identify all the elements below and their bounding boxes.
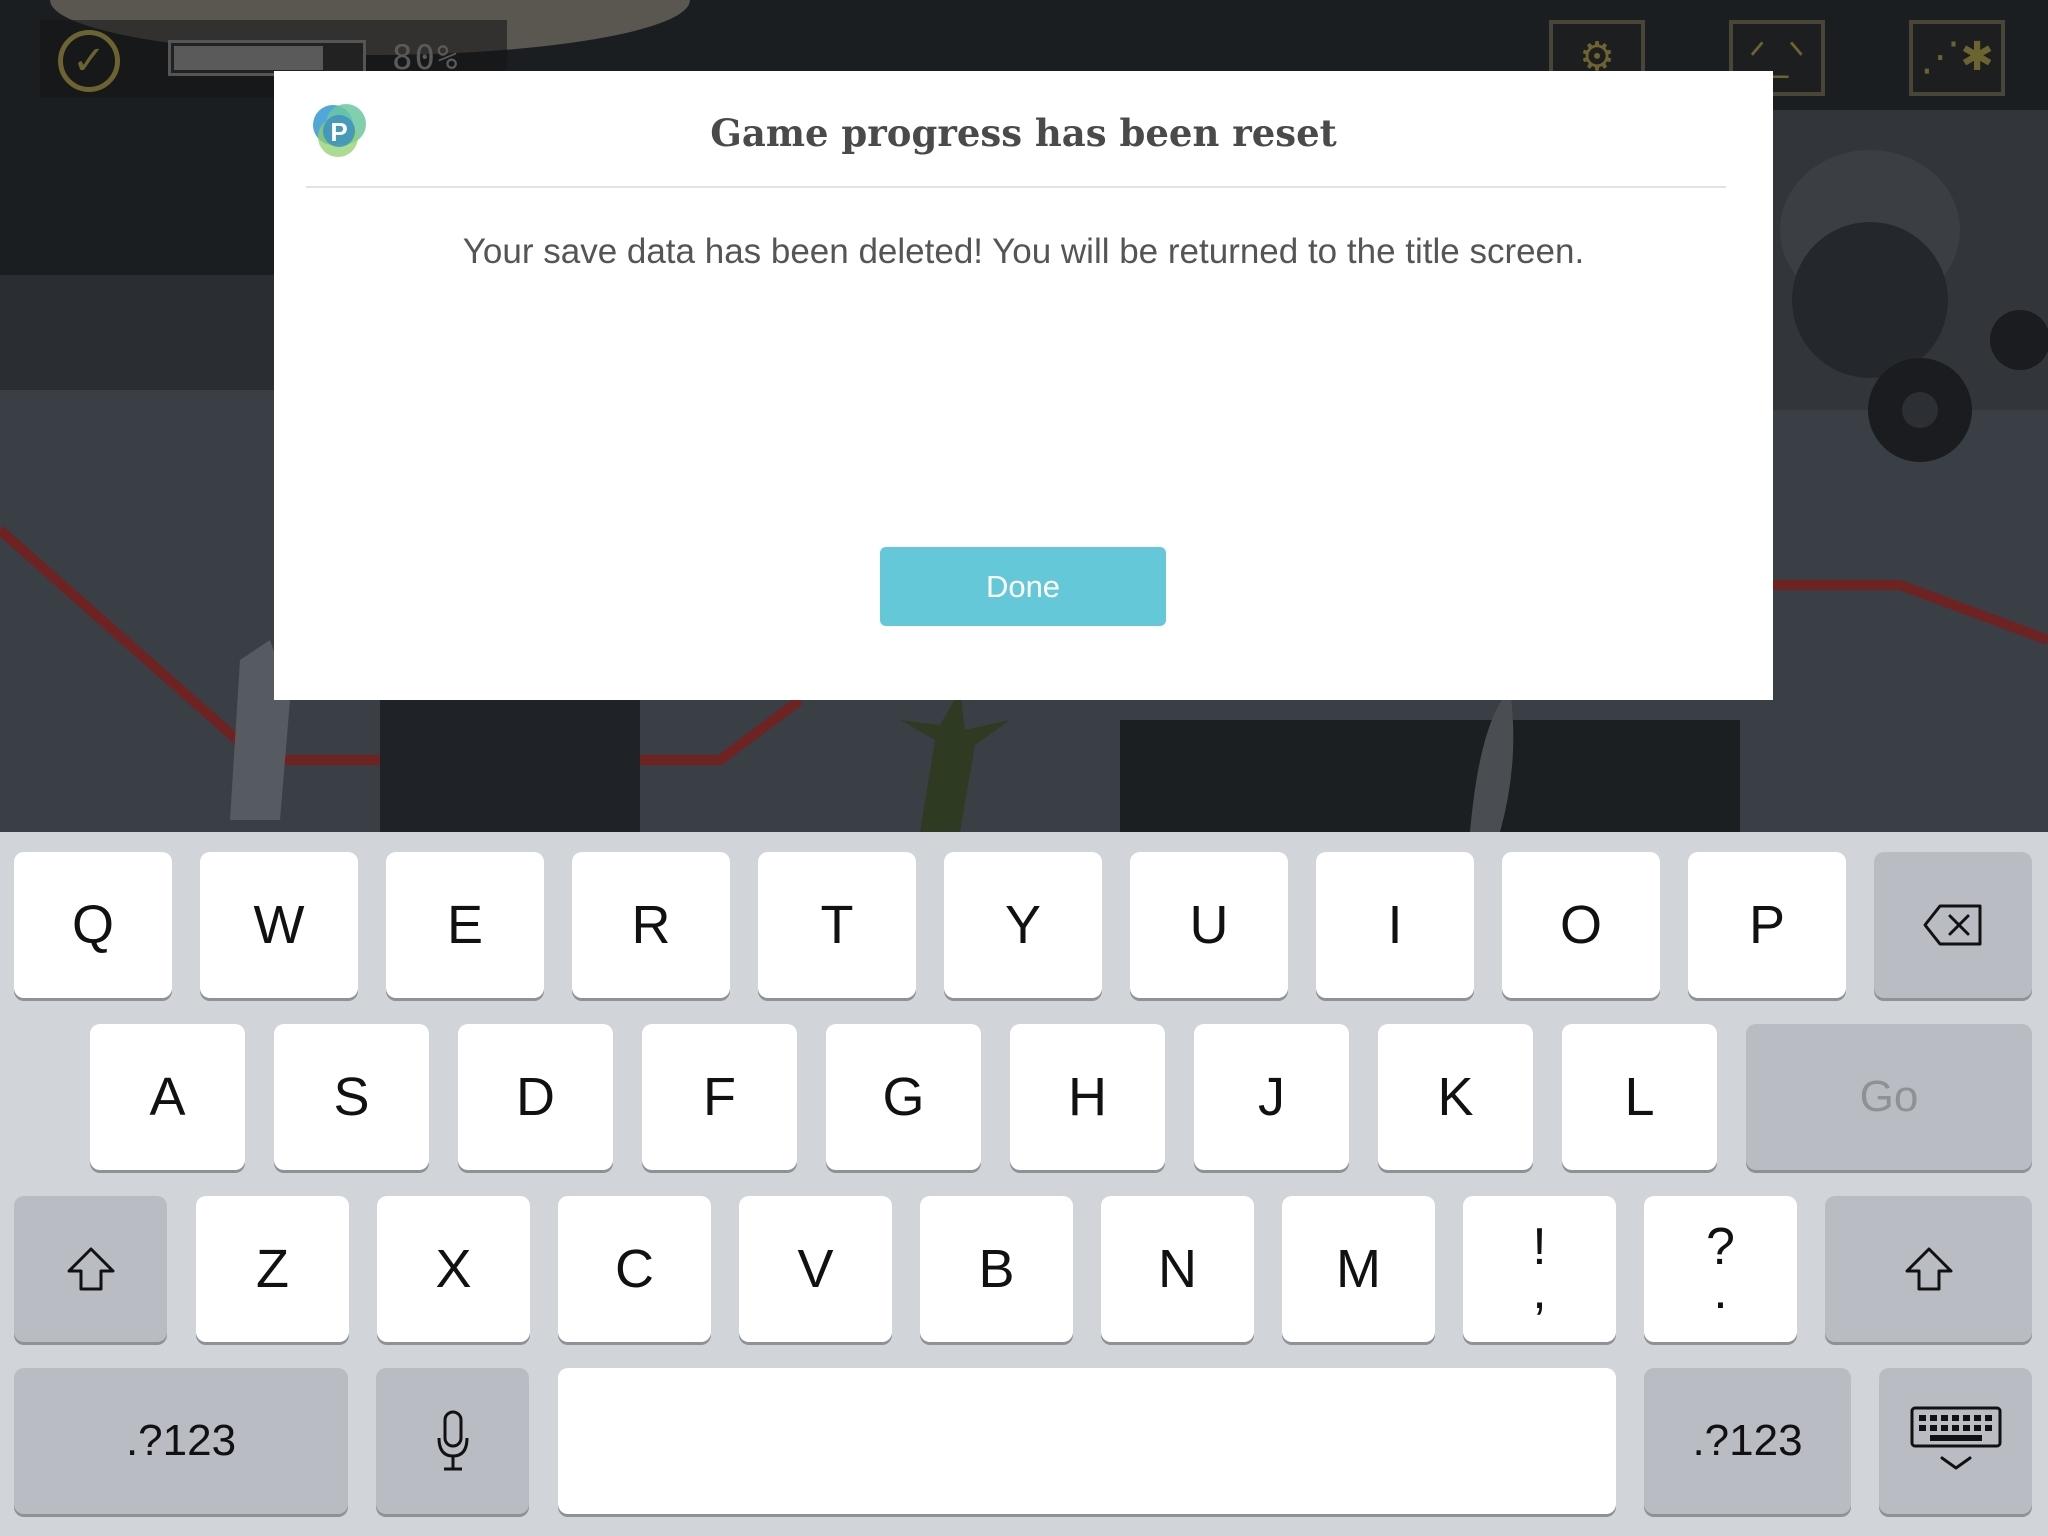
microphone-icon <box>437 1410 468 1471</box>
onscreen-keyboard: Q W E R T Y U I O P A S D F G H J K L Go… <box>0 832 2048 1536</box>
shift-key-left[interactable] <box>14 1196 167 1342</box>
key-k[interactable]: K <box>1378 1024 1533 1170</box>
check-badge-icon[interactable]: ✓ <box>58 30 120 92</box>
key-f[interactable]: F <box>642 1024 797 1170</box>
key-question-bottom: . <box>1713 1262 1728 1320</box>
progress-bar-fill <box>174 46 323 70</box>
key-t[interactable]: T <box>758 852 916 998</box>
done-button[interactable]: Done <box>880 547 1166 626</box>
key-question-period[interactable]: ? . <box>1644 1196 1797 1342</box>
go-key[interactable]: Go <box>1746 1024 2032 1170</box>
key-h[interactable]: H <box>1010 1024 1165 1170</box>
key-s[interactable]: S <box>274 1024 429 1170</box>
key-i[interactable]: I <box>1316 852 1474 998</box>
key-exclaim-bottom: , <box>1532 1262 1547 1320</box>
dialog-message: Your save data has been deleted! You wil… <box>462 232 1585 271</box>
map-icon[interactable]: ⋰✱ <box>1909 20 2005 96</box>
shift-key-right[interactable] <box>1825 1196 2032 1342</box>
key-e[interactable]: E <box>386 852 544 998</box>
key-g[interactable]: G <box>826 1024 981 1170</box>
key-z[interactable]: Z <box>196 1196 349 1342</box>
shift-icon <box>67 1247 114 1291</box>
backspace-icon <box>1923 904 1982 946</box>
hide-keyboard-key[interactable] <box>1879 1368 2032 1514</box>
key-a[interactable]: A <box>90 1024 245 1170</box>
key-o[interactable]: O <box>1502 852 1660 998</box>
shift-icon <box>1905 1247 1952 1291</box>
dialog-title: Game progress has been reset <box>710 111 1337 155</box>
reset-dialog: P Game progress has been reset Your save… <box>274 71 1773 700</box>
key-l[interactable]: L <box>1562 1024 1717 1170</box>
key-w[interactable]: W <box>200 852 358 998</box>
key-u[interactable]: U <box>1130 852 1288 998</box>
key-b[interactable]: B <box>920 1196 1073 1342</box>
numbers-key-left[interactable]: .?123 <box>14 1368 348 1514</box>
key-m[interactable]: M <box>1282 1196 1435 1342</box>
key-d[interactable]: D <box>458 1024 613 1170</box>
key-y[interactable]: Y <box>944 852 1102 998</box>
key-n[interactable]: N <box>1101 1196 1254 1342</box>
key-q[interactable]: Q <box>14 852 172 998</box>
key-v[interactable]: V <box>739 1196 892 1342</box>
backspace-key[interactable] <box>1874 852 2032 998</box>
key-j[interactable]: J <box>1194 1024 1349 1170</box>
key-x[interactable]: X <box>377 1196 530 1342</box>
microphone-key[interactable] <box>376 1368 529 1514</box>
key-p[interactable]: P <box>1688 852 1846 998</box>
dialog-divider <box>306 186 1726 188</box>
numbers-key-right[interactable]: .?123 <box>1644 1368 1851 1514</box>
space-bar[interactable] <box>558 1368 1616 1514</box>
key-r[interactable]: R <box>572 852 730 998</box>
hide-keyboard-icon <box>1910 1406 2001 1470</box>
key-c[interactable]: C <box>558 1196 711 1342</box>
key-exclaim-comma[interactable]: ! , <box>1463 1196 1616 1342</box>
